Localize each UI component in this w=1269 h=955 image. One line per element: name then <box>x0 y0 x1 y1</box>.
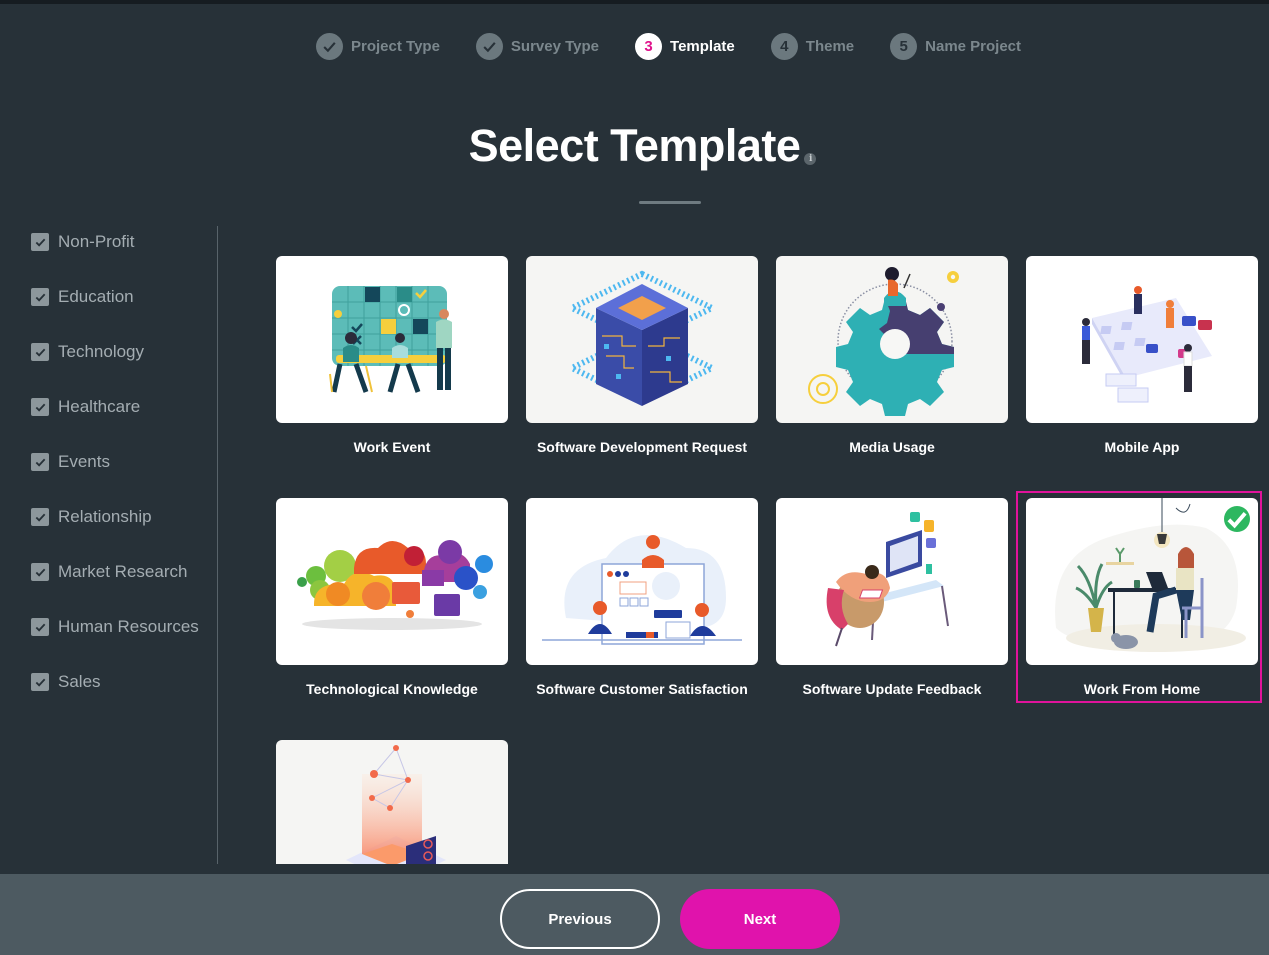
template-name: Media Usage <box>849 439 935 455</box>
footer-bar: Previous Next <box>0 874 1269 955</box>
template-card-technological-knowledge[interactable]: Technological Knowledge <box>276 498 508 697</box>
gear-woman-illustration <box>776 256 1008 423</box>
filter-education[interactable]: Education <box>31 287 134 307</box>
info-icon[interactable]: i <box>804 153 817 165</box>
filter-label: Human Resources <box>58 617 199 636</box>
filter-label: Healthcare <box>58 397 141 416</box>
category-filter-sidebar: Non-Profit Education Technology Healthca… <box>0 226 218 864</box>
checkbox-checked-icon[interactable] <box>31 618 49 636</box>
page-title: Select Template i <box>468 120 817 172</box>
filter-relationship[interactable]: Relationship <box>31 507 152 527</box>
template-card-software-customer-satisfaction[interactable]: Software Customer Satisfaction <box>526 498 758 697</box>
step-template[interactable]: 3 Template <box>635 33 735 60</box>
isometric-app-illustration <box>1026 256 1258 423</box>
checkbox-checked-icon[interactable] <box>31 673 49 691</box>
template-card-software-update-feedback[interactable]: Software Update Feedback <box>776 498 1008 697</box>
template-grid: Work Event Software Development Request <box>276 256 1266 864</box>
filter-label: Market Research <box>58 562 188 581</box>
wizard-stepper: Project Type Survey Type 3 Template 4 Th… <box>316 33 1057 60</box>
step-name-project[interactable]: 5 Name Project <box>890 33 1021 60</box>
filter-label: Non-Profit <box>58 232 135 251</box>
step-label: Project Type <box>351 38 440 55</box>
template-name: Software Update Feedback <box>802 681 982 697</box>
filter-label: Relationship <box>58 507 152 526</box>
page-title-text: Select Template <box>468 120 801 171</box>
step-number: 3 <box>635 33 663 60</box>
template-card-media-usage[interactable]: Media Usage <box>776 256 1008 455</box>
step-label: Theme <box>805 38 855 55</box>
filter-market-research[interactable]: Market Research <box>31 562 187 582</box>
filter-technology[interactable]: Technology <box>31 342 144 362</box>
title-divider <box>639 201 701 204</box>
developer-desk-illustration <box>776 498 1008 665</box>
checkbox-checked-icon[interactable] <box>31 233 49 251</box>
checkbox-checked-icon[interactable] <box>31 343 49 361</box>
step-label: Survey Type <box>510 38 600 55</box>
step-theme[interactable]: 4 Theme <box>770 33 855 60</box>
team-calendar-illustration <box>276 256 508 423</box>
template-card-mobile-app[interactable]: Mobile App <box>1026 256 1258 455</box>
server-cube-illustration <box>526 256 758 423</box>
step-number: 4 <box>770 33 798 60</box>
selected-template-outline <box>1016 491 1262 703</box>
checkbox-checked-icon[interactable] <box>31 508 49 526</box>
template-name: Software Development Request <box>536 439 748 455</box>
cloud-icons-illustration <box>276 498 508 665</box>
top-bar <box>0 0 1269 4</box>
template-card-work-event[interactable]: Work Event <box>276 256 508 455</box>
step-number: 5 <box>890 33 918 60</box>
template-name: Software Customer Satisfaction <box>536 681 748 697</box>
filter-non-profit[interactable]: Non-Profit <box>31 232 135 252</box>
template-card-data-network[interactable] <box>276 740 508 864</box>
step-label: Name Project <box>925 38 1022 55</box>
checkbox-checked-icon[interactable] <box>31 398 49 416</box>
filter-sales[interactable]: Sales <box>31 672 101 692</box>
check-icon <box>475 33 503 60</box>
filter-label: Sales <box>58 672 101 691</box>
filter-human-resources[interactable]: Human Resources <box>31 617 199 637</box>
previous-button[interactable]: Previous <box>500 889 660 949</box>
step-survey-type[interactable]: Survey Type <box>475 33 600 60</box>
check-icon <box>316 33 343 60</box>
template-name: Mobile App <box>1104 439 1180 455</box>
step-project-type[interactable]: Project Type <box>316 33 440 60</box>
filter-label: Education <box>58 287 134 306</box>
whiteboard-team-illustration <box>526 498 758 665</box>
filter-events[interactable]: Events <box>31 452 110 472</box>
next-button[interactable]: Next <box>680 889 840 949</box>
template-card-software-development-request[interactable]: Software Development Request <box>526 256 758 455</box>
filter-healthcare[interactable]: Healthcare <box>31 397 140 417</box>
data-network-illustration <box>276 740 508 864</box>
filter-label: Technology <box>58 342 145 361</box>
filter-label: Events <box>58 452 110 471</box>
template-name: Technological Knowledge <box>306 681 478 697</box>
page-header: Select Template i <box>0 120 1269 172</box>
checkbox-checked-icon[interactable] <box>31 563 49 581</box>
checkbox-checked-icon[interactable] <box>31 288 49 306</box>
checkbox-checked-icon[interactable] <box>31 453 49 471</box>
step-label: Template <box>670 38 735 55</box>
template-name: Work Event <box>353 439 431 455</box>
